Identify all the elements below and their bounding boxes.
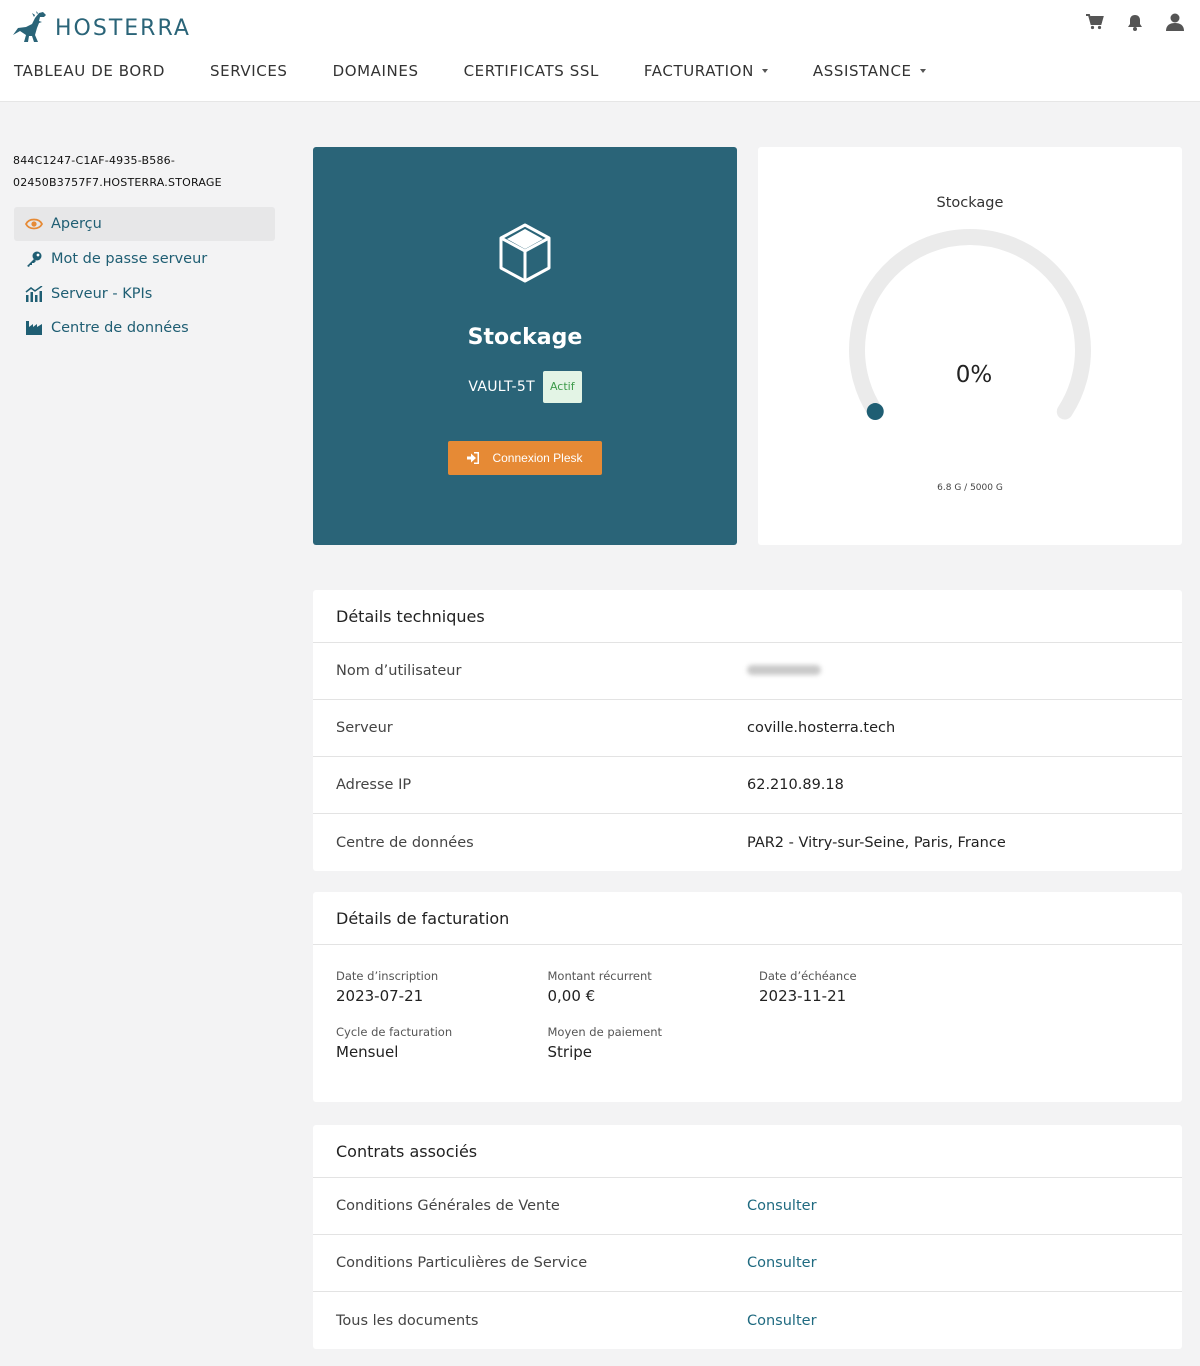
field-value: 2023-07-21 [336, 987, 424, 1005]
dinosaur-logo-icon [13, 11, 46, 42]
sidebar-item-apercu[interactable]: Aperçu [14, 207, 275, 241]
row-label: Nom d’utilisateur [336, 663, 462, 679]
nav-item-facturation[interactable]: FACTURATION [644, 62, 768, 80]
table-row: Tous les documents Consulter [313, 1292, 1182, 1349]
sidebar-item-label: Mot de passe serveur [51, 250, 208, 267]
username-value [747, 663, 821, 679]
nav-item-certificats-ssl[interactable]: CERTIFICATS SSL [464, 62, 599, 80]
consult-link[interactable]: Consulter [747, 1255, 817, 1271]
nav-item-label: CERTIFICATS SSL [463, 62, 599, 80]
bell-icon[interactable] [1125, 12, 1145, 32]
server-value: coville.hosterra.tech [747, 720, 896, 736]
gauge-indicator [866, 403, 884, 421]
table-row: Nom d’utilisateur [313, 643, 1182, 700]
billing-grid: Date d’inscription 2023-07-21 Montant ré… [313, 945, 1182, 1081]
datacenter-value: PAR2 - Vitry-sur-Seine, Paris, France [747, 834, 1006, 851]
factory-icon [25, 319, 43, 337]
brand-name: HOSTERRA [55, 15, 191, 41]
field-value: 0,00 € [547, 987, 596, 1005]
plesk-login-label: Connexion Plesk [492, 451, 583, 465]
storage-gauge [849, 229, 1091, 421]
billing-field: Montant récurrent 0,00 € [548, 969, 760, 1025]
nav-item-assistance[interactable]: ASSISTANCE [813, 62, 926, 80]
nav-item-label: SERVICES [210, 62, 288, 80]
nav-item-label: TABLEAU DE BORD [14, 62, 165, 80]
billing-field: Date d’échéance 2023-11-21 [759, 969, 971, 1025]
billing-field: Moyen de paiement Stripe [548, 1025, 760, 1081]
nav-item-label: DOMAINES [332, 62, 419, 80]
field-value: Mensuel [336, 1043, 399, 1061]
service-id-line-2: 02450B3757F7.HOSTERRA.STORAGE [13, 176, 222, 189]
row-label: Serveur [336, 720, 393, 736]
main-nav: TABLEAU DE BORD SERVICES DOMAINES CERTIFICA… [14, 62, 971, 80]
header-actions [1085, 12, 1185, 32]
contracts-panel: Contrats associés Conditions Générales d… [313, 1125, 1182, 1349]
storage-gauge-card: Stockage 0% 6.8 G / 5000 G [758, 147, 1182, 545]
nav-item-label: ASSISTANCE [812, 62, 912, 80]
row-label: Adresse IP [336, 777, 412, 793]
brand-logo[interactable]: HOSTERRA [13, 10, 191, 46]
plesk-login-button[interactable]: Connexion Plesk [448, 441, 602, 475]
field-label: Moyen de paiement [547, 1025, 663, 1039]
cart-icon[interactable] [1085, 12, 1105, 32]
top-header: HOSTERRA TABLEAU DE BORD SERVICES DOMAINES… [0, 0, 1200, 102]
gauge-percent: 0% [955, 362, 993, 388]
gauge-title: Stockage [936, 195, 1004, 211]
sidebar-menu: Aperçu Mot de passe serveur Serveur - KP… [14, 207, 275, 346]
sidebar-item-password[interactable]: Mot de passe serveur [14, 242, 275, 276]
blurred-username [747, 665, 821, 675]
sidebar-item-label: Aperçu [51, 216, 102, 232]
billing-field: Date d’inscription 2023-07-21 [336, 969, 548, 1025]
nav-item-domaines[interactable]: DOMAINES [333, 62, 419, 80]
product-title: Stockage [467, 325, 583, 350]
status-badge: Actif [542, 371, 582, 403]
product-plan: VAULT-5T [468, 379, 535, 395]
billing-details-panel: Détails de facturation Date d’inscriptio… [313, 892, 1182, 1102]
row-label: Conditions Particulières de Service [336, 1255, 588, 1271]
table-row: Conditions Particulières de Service Cons… [313, 1235, 1182, 1292]
key-icon [25, 250, 43, 268]
sidebar-item-label: Serveur - KPIs [51, 285, 153, 302]
service-id-line-1: 844C1247-C1AF-4935-B586- [13, 154, 176, 167]
product-hero-card: Stockage VAULT-5T Actif Connexion Plesk [313, 147, 737, 545]
sidebar-item-kpis[interactable]: Serveur - KPIs [14, 277, 275, 311]
caret-down-icon [761, 69, 768, 73]
field-value: Stripe [547, 1043, 593, 1061]
consult-link[interactable]: Consulter [747, 1198, 817, 1214]
sidebar-item-datacenter[interactable]: Centre de données [14, 311, 275, 345]
nav-item-services[interactable]: SERVICES [210, 62, 288, 80]
field-label: Date d’inscription [336, 969, 439, 983]
eye-icon [25, 215, 43, 233]
nav-item-tableau-de-bord[interactable]: TABLEAU DE BORD [14, 62, 165, 80]
panel-title: Détails de facturation [313, 892, 1182, 945]
row-label: Centre de données [336, 834, 474, 851]
cube-icon [499, 223, 551, 283]
field-label: Date d’échéance [759, 969, 857, 983]
billing-field: Cycle de facturation Mensuel [336, 1025, 548, 1081]
table-row: Centre de données PAR2 - Vitry-sur-Seine… [313, 814, 1182, 871]
panel-title: Contrats associés [313, 1125, 1182, 1178]
technical-details-panel: Détails techniques Nom d’utilisateur Ser… [313, 590, 1182, 871]
field-label: Cycle de facturation [336, 1025, 453, 1039]
sidebar-item-label: Centre de données [51, 320, 189, 337]
consult-link[interactable]: Consulter [747, 1313, 817, 1329]
field-value: 2023-11-21 [759, 987, 847, 1005]
user-icon[interactable] [1165, 12, 1185, 32]
product-subtitle: VAULT-5T Actif [313, 371, 737, 403]
service-identifier: 844C1247-C1AF-4935-B586- 02450B3757F7.HO… [13, 150, 273, 194]
ip-value: 62.210.89.18 [747, 777, 844, 793]
chart-icon [25, 285, 43, 303]
nav-item-label: FACTURATION [643, 62, 754, 80]
field-label: Montant récurrent [547, 969, 652, 983]
table-row: Adresse IP 62.210.89.18 [313, 757, 1182, 814]
sign-in-icon [467, 452, 480, 464]
table-row: Serveur coville.hosterra.tech [313, 700, 1182, 757]
row-label: Tous les documents [336, 1312, 479, 1329]
row-label: Conditions Générales de Vente [336, 1198, 560, 1214]
panel-title: Détails techniques [313, 590, 1182, 643]
caret-down-icon [919, 69, 926, 73]
storage-usage: 6.8 G / 5000 G [937, 483, 1003, 493]
table-row: Conditions Générales de Vente Consulter [313, 1178, 1182, 1235]
